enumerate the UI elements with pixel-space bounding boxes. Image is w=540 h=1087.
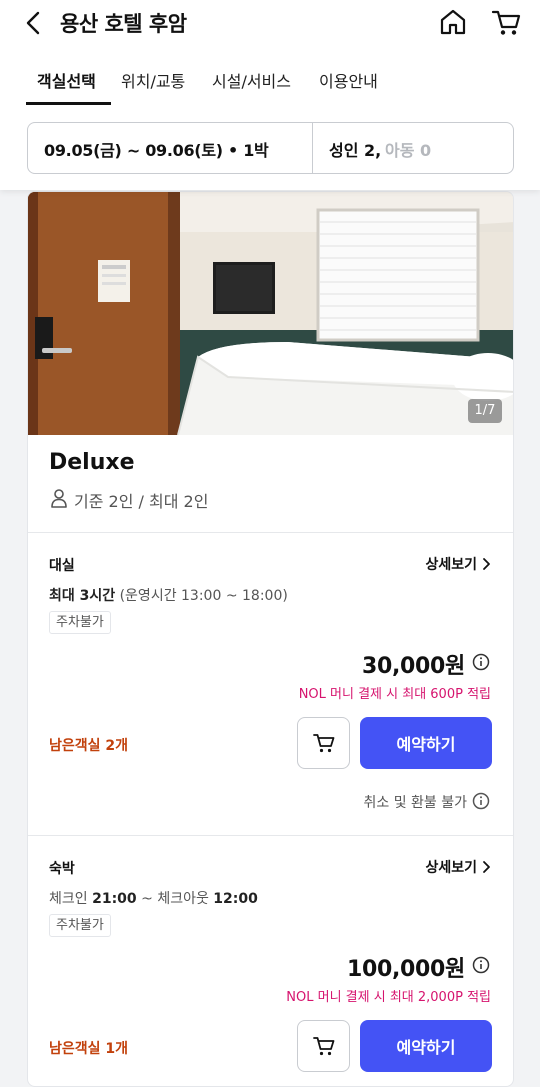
- room-name: Deluxe: [49, 450, 135, 475]
- reserve-button[interactable]: 예약하기: [360, 717, 492, 769]
- parking-badge: 주차불가: [49, 611, 111, 634]
- remaining-rooms: 남은객실 2개: [49, 738, 129, 754]
- detail-label: 상세보기: [425, 860, 477, 876]
- usage-hours: (운영시간 13:00 ~ 18:00): [119, 588, 288, 604]
- divider: [28, 835, 513, 836]
- tab-location[interactable]: 위치/교통: [121, 68, 185, 92]
- remaining-rooms: 남은객실 1개: [49, 1041, 129, 1057]
- date-range[interactable]: 09.05(금) ~ 09.06(토) • 1박: [44, 137, 269, 161]
- detail-button[interactable]: 상세보기: [425, 857, 491, 877]
- guest-child[interactable]: 아동 0: [385, 137, 431, 161]
- price: 30,000원: [361, 654, 465, 679]
- tab-room-select[interactable]: 객실선택: [37, 68, 96, 92]
- refund-policy: 취소 및 환불 불가: [363, 795, 467, 811]
- room-photo[interactable]: 1/7: [28, 192, 513, 436]
- add-to-cart-button[interactable]: [297, 1020, 350, 1072]
- page-title: 용산 호텔 후암: [60, 12, 187, 36]
- info-icon[interactable]: [472, 792, 490, 810]
- detail-label: 상세보기: [425, 557, 477, 573]
- checkin-label: 체크인: [49, 891, 88, 907]
- room-capacity: 기준 2인 / 최대 2인: [74, 492, 209, 511]
- time-separator: ~: [141, 891, 153, 907]
- checkout-label: 체크아웃: [157, 891, 209, 907]
- person-icon: [50, 488, 68, 508]
- search-filter: 09.05(금) ~ 09.06(토) • 1박 성인 2, 아동 0: [27, 122, 514, 174]
- filter-divider: [312, 123, 313, 173]
- chevron-right-icon: [483, 558, 490, 570]
- tab-underline: [26, 102, 111, 105]
- usage-duration: 최대 3시간: [49, 588, 116, 604]
- parking-badge: 주차불가: [49, 914, 111, 937]
- room-card: 1/7 Deluxe 기준 2인 / 최대 2인 대실 상세보기 최대 3시간 …: [27, 191, 514, 1087]
- info-icon[interactable]: [472, 653, 490, 671]
- chevron-right-icon: [483, 861, 490, 873]
- divider: [28, 532, 513, 533]
- back-icon[interactable]: [22, 9, 48, 37]
- checkin-time: 21:00: [92, 891, 137, 907]
- usage-time: 최대 3시간 (운영시간 13:00 ~ 18:00): [49, 585, 288, 605]
- reserve-button[interactable]: 예약하기: [360, 1020, 492, 1072]
- price: 100,000원: [346, 957, 465, 982]
- info-icon[interactable]: [472, 956, 490, 974]
- cart-icon: [312, 734, 334, 753]
- option-type: 대실: [49, 558, 75, 574]
- tab-facilities[interactable]: 시설/서비스: [212, 68, 291, 92]
- point-benefit: NOL 머니 결제 시 최대 2,000P 적립: [286, 990, 491, 1005]
- tab-usage-info[interactable]: 이용안내: [319, 68, 378, 92]
- guest-adult[interactable]: 성인 2,: [329, 137, 381, 161]
- add-to-cart-button[interactable]: [297, 717, 350, 769]
- home-icon[interactable]: [438, 7, 468, 37]
- detail-button[interactable]: 상세보기: [425, 554, 491, 574]
- top-bar: 용산 호텔 후암: [0, 0, 540, 46]
- checkin-checkout: 체크인 21:00 ~ 체크아웃 12:00: [49, 888, 258, 908]
- cart-icon[interactable]: [490, 7, 522, 37]
- cart-icon: [312, 1037, 334, 1056]
- point-benefit: NOL 머니 결제 시 최대 600P 적립: [298, 687, 491, 702]
- header: 용산 호텔 후암 객실선택 위치/교통 시설/서비스 이용안내 09.05(금)…: [0, 0, 540, 190]
- photo-counter: 1/7: [468, 399, 502, 423]
- checkout-time: 12:00: [213, 891, 258, 907]
- option-type: 숙박: [49, 861, 75, 877]
